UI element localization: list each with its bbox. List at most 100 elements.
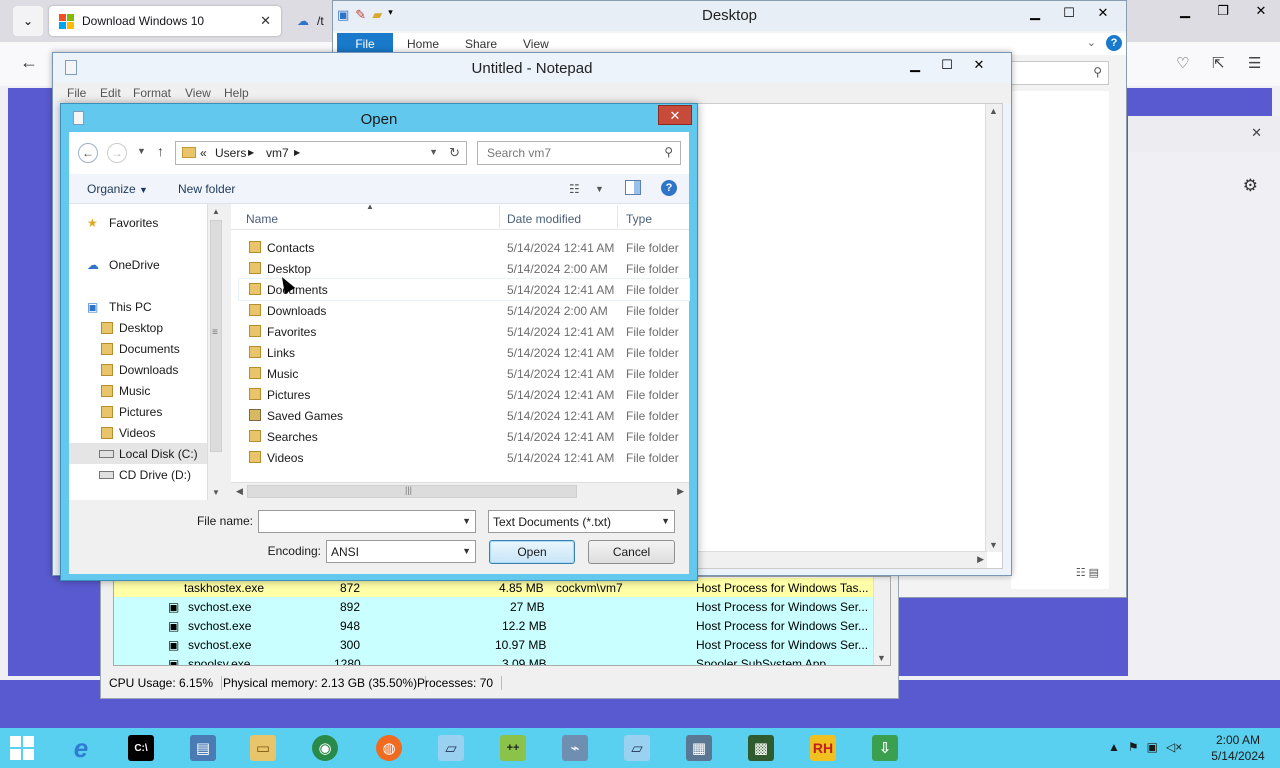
- column-type[interactable]: Type: [626, 212, 652, 226]
- chevron-down-icon[interactable]: ▼: [137, 146, 146, 156]
- menu-format[interactable]: Format: [133, 86, 171, 100]
- list-item[interactable]: Downloads 5/14/2024 2:00 AM File folder: [239, 300, 689, 321]
- column-name[interactable]: Name: [246, 212, 278, 226]
- start-button[interactable]: [10, 736, 42, 760]
- navigation-pane-scrollbar[interactable]: ▲ ≡ ▼: [207, 204, 224, 500]
- help-icon[interactable]: ?: [1106, 35, 1122, 51]
- chevron-down-icon[interactable]: ▼: [462, 546, 471, 556]
- menu-edit[interactable]: Edit: [100, 86, 121, 100]
- taskbar-app-command-prompt[interactable]: C:\: [114, 730, 168, 766]
- list-item[interactable]: Music 5/14/2024 12:41 AM File folder: [239, 363, 689, 384]
- chevron-right-icon[interactable]: ▶: [677, 486, 684, 497]
- breadcrumb-overflow[interactable]: «: [200, 146, 207, 160]
- close-button[interactable]: ✕: [963, 55, 995, 75]
- search-icon[interactable]: ⚲: [664, 145, 673, 159]
- preview-pane-icon[interactable]: [625, 180, 641, 195]
- network-icon[interactable]: ▣: [1147, 740, 1158, 754]
- nav-item-videos[interactable]: Videos: [69, 422, 207, 443]
- maximize-button[interactable]: ☐: [931, 55, 963, 75]
- chevron-down-icon[interactable]: ▼: [877, 653, 886, 663]
- refresh-icon[interactable]: ↻: [449, 145, 460, 161]
- chevron-down-icon[interactable]: ▼: [429, 147, 438, 157]
- list-item[interactable]: Saved Games 5/14/2024 12:41 AM File fold…: [239, 405, 689, 426]
- breadcrumb-vm7[interactable]: vm7: [266, 146, 289, 160]
- restore-button[interactable]: ❐: [1204, 0, 1242, 22]
- explorer-search-box[interactable]: ⚲: [1011, 61, 1109, 85]
- notepad-vertical-scrollbar[interactable]: ▲ ▼: [985, 104, 1002, 552]
- menu-help[interactable]: Help: [224, 86, 249, 100]
- nav-item-documents[interactable]: Documents: [69, 338, 207, 359]
- close-button[interactable]: ✕: [658, 105, 692, 125]
- organize-button[interactable]: Organize ▼: [87, 182, 148, 196]
- close-button[interactable]: ✕: [1242, 0, 1280, 22]
- taskbar-app-terminal[interactable]: ▩: [734, 730, 788, 766]
- chevron-down-icon[interactable]: ▼: [462, 516, 471, 526]
- clock[interactable]: 2:00 AM 5/14/2024: [1198, 732, 1278, 764]
- taskbar-app-chrome[interactable]: ◉: [298, 730, 352, 766]
- view-options-icon[interactable]: ☷: [569, 182, 580, 196]
- ribbon-tab-home[interactable]: Home: [407, 37, 439, 51]
- chevron-down-icon[interactable]: ▼: [212, 488, 220, 497]
- menu-view[interactable]: View: [185, 86, 211, 100]
- nav-item-onedrive[interactable]: ☁ OneDrive: [69, 254, 207, 275]
- hamburger-menu-icon[interactable]: ☰: [1248, 54, 1261, 72]
- back-arrow-icon[interactable]: ←: [20, 52, 38, 73]
- file-name-combo[interactable]: ▼: [258, 510, 476, 533]
- nav-item-downloads[interactable]: Downloads: [69, 359, 207, 380]
- new-folder-button[interactable]: New folder: [178, 182, 235, 196]
- chevron-down-icon[interactable]: ▼: [989, 540, 998, 550]
- open-button[interactable]: Open: [489, 540, 575, 564]
- nav-item-music[interactable]: Music: [69, 380, 207, 401]
- list-item[interactable]: Documents 5/14/2024 12:41 AM File folder: [238, 278, 690, 301]
- file-name-input[interactable]: [259, 511, 475, 532]
- taskbar-app-performance-monitor[interactable]: ⌁: [548, 730, 602, 766]
- chevron-down-icon[interactable]: ▼: [595, 184, 604, 194]
- flag-icon[interactable]: ⚑: [1128, 740, 1139, 754]
- nav-item-pictures[interactable]: Pictures: [69, 401, 207, 422]
- taskbar-app-window[interactable]: ▦: [672, 730, 726, 766]
- nav-item-desktop[interactable]: Desktop: [69, 317, 207, 338]
- browser-tab-active[interactable]: Download Windows 10 ✕: [49, 6, 281, 36]
- chevron-up-icon[interactable]: ▲: [1108, 740, 1120, 754]
- minimize-button[interactable]: ▁: [1018, 3, 1052, 23]
- close-icon[interactable]: ✕: [1251, 125, 1262, 141]
- ribbon-tab-view[interactable]: View: [523, 37, 549, 51]
- chevron-down-icon[interactable]: ⌄: [1087, 36, 1096, 49]
- table-row[interactable]: ▣ spoolsv.exe 1280 3.09 MB Spooler SubSy…: [114, 654, 874, 665]
- chevron-right-icon[interactable]: ▶: [294, 148, 300, 157]
- chevron-down-icon[interactable]: ▼: [661, 516, 670, 526]
- taskbar-app-rh[interactable]: RH: [796, 730, 850, 766]
- list-item[interactable]: Searches 5/14/2024 12:41 AM File folder: [239, 426, 689, 447]
- forward-arrow-icon[interactable]: →: [107, 143, 127, 163]
- minimize-button[interactable]: ▁: [899, 55, 931, 75]
- back-arrow-icon[interactable]: ←: [78, 143, 98, 163]
- tab-list-button[interactable]: ⌄: [13, 6, 43, 36]
- chevron-up-icon[interactable]: ▲: [989, 106, 998, 116]
- close-button[interactable]: ✕: [1086, 3, 1120, 23]
- ribbon-tab-share[interactable]: Share: [465, 37, 497, 51]
- list-item[interactable]: Favorites 5/14/2024 12:41 AM File folder: [239, 321, 689, 342]
- taskbar-app-notepad-plus-plus[interactable]: ++: [486, 730, 540, 766]
- pocket-icon[interactable]: ♡: [1176, 54, 1189, 72]
- taskbar-app-firefox[interactable]: ◍: [362, 730, 416, 766]
- encoding-select[interactable]: ANSI ▼: [326, 540, 476, 563]
- menu-file[interactable]: File: [67, 86, 86, 100]
- search-box[interactable]: ⚲: [477, 141, 681, 165]
- chevron-left-icon[interactable]: ◀: [236, 486, 243, 497]
- breadcrumb-users[interactable]: Users: [215, 146, 246, 160]
- file-list-horizontal-scrollbar[interactable]: ◀ ||| ▶: [231, 482, 689, 500]
- table-row[interactable]: ▣ svchost.exe 892 27 MB Host Process for…: [114, 597, 874, 616]
- nav-item-local-disk[interactable]: Local Disk (C:): [69, 443, 207, 464]
- browser-tab-second[interactable]: ☁ /t: [287, 6, 337, 36]
- list-item[interactable]: Pictures 5/14/2024 12:41 AM File folder: [239, 384, 689, 405]
- help-icon[interactable]: ?: [661, 180, 677, 196]
- table-row[interactable]: ▣ svchost.exe 300 10.97 MB Host Process …: [114, 635, 874, 654]
- table-row[interactable]: ▣ svchost.exe 948 12.2 MB Host Process f…: [114, 616, 874, 635]
- nav-item-cd-drive[interactable]: CD Drive (D:): [69, 464, 207, 485]
- close-icon[interactable]: ✕: [260, 13, 271, 29]
- nav-item-this-pc[interactable]: ▣ This PC: [69, 296, 207, 317]
- taskbar-app-notepad[interactable]: ▱: [424, 730, 478, 766]
- search-input[interactable]: [478, 142, 658, 164]
- taskbar-app-server-manager[interactable]: ▤: [176, 730, 230, 766]
- up-arrow-icon[interactable]: ↑: [157, 143, 164, 159]
